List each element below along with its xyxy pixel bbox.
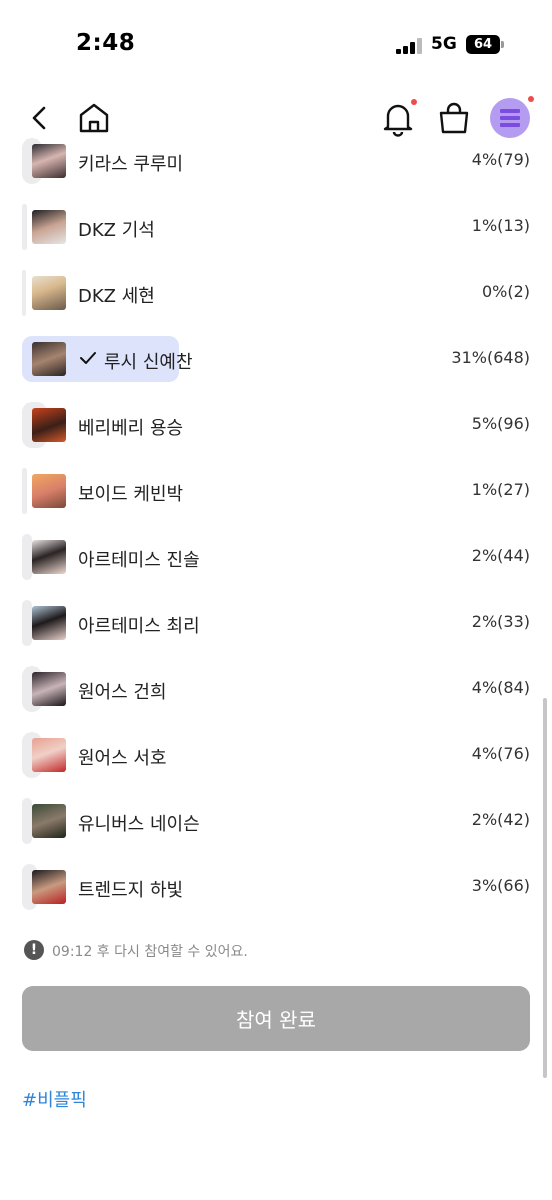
avatar [32,474,66,508]
option-result: 2%(33) [471,612,530,631]
vote-option-row[interactable]: 키라스 쿠루미 4%(79) [0,138,552,184]
vote-percent-bar [22,600,32,646]
option-name: 아르테미스 진솔 [78,550,200,571]
avatar [32,408,66,442]
vote-option-row[interactable]: DKZ 세현 0%(2) [0,270,552,316]
option-name: 키라스 쿠루미 [78,154,184,175]
vote-option-row[interactable]: 원어스 건희 4%(84) [0,666,552,712]
option-result: 2%(42) [471,810,530,829]
avatar [32,144,66,178]
option-result: 3%(66) [471,876,530,895]
avatar [32,804,66,838]
exclamation-icon: ! [24,940,44,960]
option-result: 4%(79) [471,150,530,169]
option-result: 31%(648) [451,348,530,367]
vote-option-row[interactable]: 원어스 서호 4%(76) [0,732,552,778]
option-name: 트렌드지 하빛 [78,880,184,901]
notice-text: 09:12 후 다시 참여할 수 있어요. [52,944,248,960]
option-result: 0%(2) [481,282,530,301]
checkmark-icon [80,352,96,364]
avatar [32,210,66,244]
option-result: 1%(13) [471,216,530,235]
avatar [32,276,66,310]
option-result: 5%(96) [471,414,530,433]
status-time: 2:48 [76,30,136,56]
battery-icon: 64 [466,35,500,54]
avatar [32,738,66,772]
status-bar: 2:48 5G 64 [0,0,552,90]
network-type: 5G [431,34,457,54]
hashtag-link[interactable]: #비플픽 [22,1086,87,1112]
option-name: 원어스 서호 [78,748,167,769]
avatar [32,606,66,640]
vote-option-row[interactable]: 아르테미스 최리 2%(33) [0,600,552,646]
vote-percent-bar [22,270,26,316]
option-result: 4%(76) [471,744,530,763]
option-name: 원어스 건희 [78,682,167,703]
avatar [32,342,66,376]
vote-option-row[interactable]: 트렌드지 하빛 3%(66) [0,864,552,910]
avatar [32,870,66,904]
option-name: 루시 신예찬 [104,352,193,373]
avatar [32,540,66,574]
option-result: 2%(44) [471,546,530,565]
battery-tip [501,41,504,48]
option-name: 보이드 케빈박 [78,484,184,505]
vote-percent-bar [22,204,27,250]
vote-option-row[interactable]: DKZ 기석 1%(13) [0,204,552,250]
option-result: 1%(27) [471,480,530,499]
signal-icon [396,38,424,54]
option-result: 4%(84) [471,678,530,697]
vote-option-row[interactable]: 보이드 케빈박 1%(27) [0,468,552,514]
notification-dot [411,99,417,105]
option-name: 아르테미스 최리 [78,616,200,637]
option-name: 유니버스 네이슨 [78,814,200,835]
menu-notification-dot [528,96,534,102]
vote-option-row[interactable]: 베리베리 용승 5%(96) [0,402,552,448]
vote-option-row[interactable]: 아르테미스 진솔 2%(44) [0,534,552,580]
vote-option-row-selected[interactable]: 루시 신예찬 31%(648) [0,336,552,382]
vote-result-list: 키라스 쿠루미 4%(79) DKZ 기석 1%(13) DKZ 세현 0%(2… [0,128,552,918]
vote-percent-bar [22,468,27,514]
vote-percent-bar [22,534,32,580]
avatar [32,672,66,706]
scrollbar[interactable] [543,698,547,1078]
vote-option-row[interactable]: 유니버스 네이슨 2%(42) [0,798,552,844]
option-name: 베리베리 용승 [78,418,184,439]
vote-percent-bar [22,798,32,844]
option-name: DKZ 기석 [78,220,155,241]
option-name: DKZ 세현 [78,286,155,307]
participation-complete-button[interactable]: 참여 완료 [22,986,530,1051]
